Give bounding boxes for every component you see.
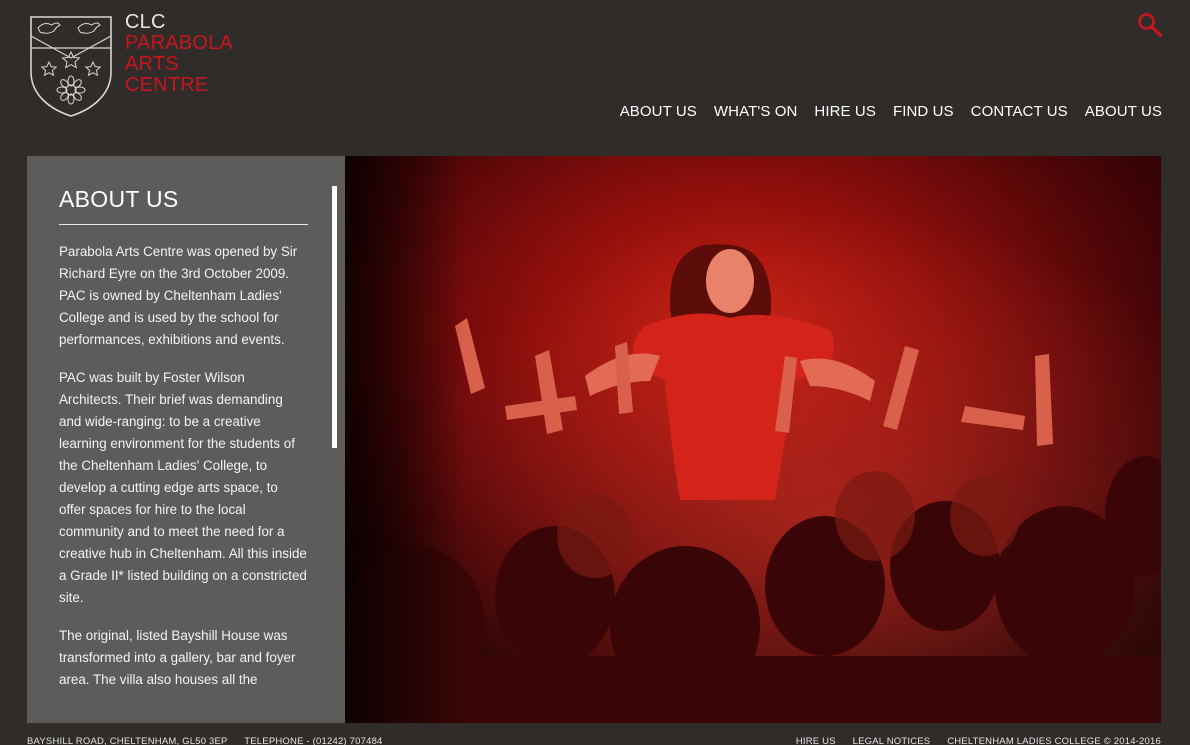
about-panel: ABOUT US Parabola Arts Centre was opened… — [27, 156, 345, 723]
logo-wordmark: CLC PARABOLA ARTS CENTRE — [125, 12, 233, 96]
footer-telephone: TELEPHONE - (01242) 707484 — [244, 736, 383, 745]
site-footer: BAYSHILL ROAD, CHELTENHAM, GL50 3EP TELE… — [27, 736, 1161, 745]
footer-address: BAYSHILL ROAD, CHELTENHAM, GL50 3EP — [27, 736, 228, 745]
nav-find-us[interactable]: FIND US — [893, 103, 954, 120]
nav-about-us[interactable]: ABOUT US — [620, 103, 697, 120]
hero-performance-photo — [345, 156, 1161, 723]
footer-legal-link[interactable]: LEGAL NOTICES — [853, 736, 931, 745]
hero-image — [345, 156, 1161, 723]
logo-clc-text: CLC — [125, 11, 166, 33]
site-logo[interactable]: CLC PARABOLA ARTS CENTRE — [28, 12, 233, 118]
footer-hire-link[interactable]: HIRE US — [796, 736, 836, 745]
logo-centre-text: CENTRE — [125, 74, 209, 96]
search-icon[interactable] — [1137, 12, 1163, 38]
main-navigation: ABOUT US WHAT'S ON HIRE US FIND US CONTA… — [620, 103, 1162, 120]
about-paragraph: The original, listed Bayshill House was … — [59, 628, 296, 687]
about-paragraph: Parabola Arts Centre was opened by Sir R… — [59, 244, 298, 347]
footer-contact: BAYSHILL ROAD, CHELTENHAM, GL50 3EP TELE… — [27, 736, 383, 745]
nav-whats-on[interactable]: WHAT'S ON — [714, 103, 797, 120]
about-content[interactable]: ABOUT US Parabola Arts Centre was opened… — [59, 186, 308, 707]
logo-parabola-text: PARABOLA — [125, 32, 233, 54]
nav-about-us-secondary[interactable]: ABOUT US — [1085, 103, 1162, 120]
footer-links: HIRE US LEGAL NOTICES CHELTENHAM LADIES … — [782, 736, 1161, 745]
logo-arts-text: ARTS — [125, 53, 179, 75]
footer-copyright: CHELTENHAM LADIES COLLEGE © 2014-2016 — [947, 736, 1161, 745]
college-crest-icon — [30, 16, 112, 117]
about-paragraph: PAC was built by Foster Wilson Architect… — [59, 370, 307, 605]
panel-title: ABOUT US — [59, 186, 308, 225]
nav-contact-us[interactable]: CONTACT US — [971, 103, 1068, 120]
panel-scrollbar[interactable] — [332, 186, 337, 448]
nav-hire-us[interactable]: HIRE US — [814, 103, 876, 120]
